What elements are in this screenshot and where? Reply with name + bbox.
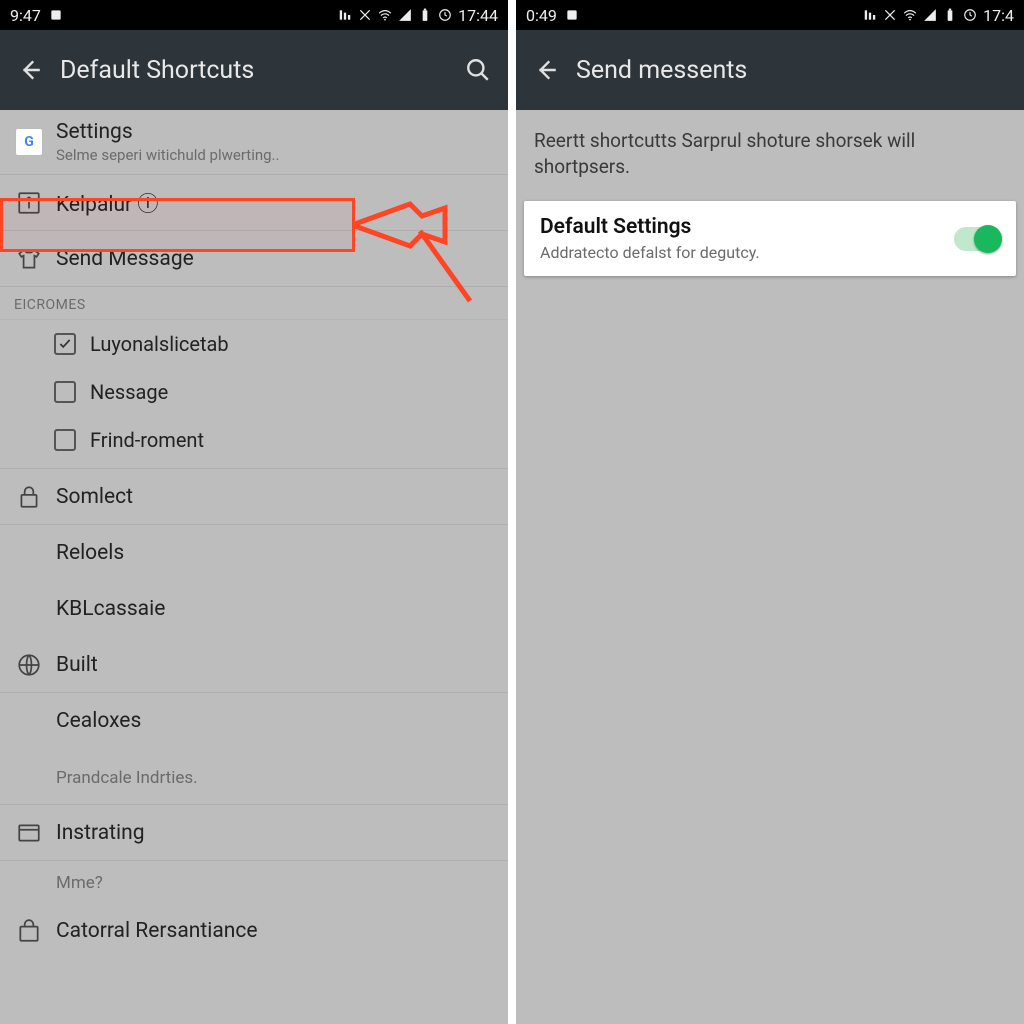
reloels-row[interactable]: Reloels	[0, 525, 508, 581]
kelpalur-label: Kelpalur ⓘ	[56, 188, 494, 218]
status-time-right: 17:44	[458, 6, 498, 25]
bag-icon	[14, 916, 44, 946]
built-label: Built	[56, 653, 494, 677]
check-row-1[interactable]: Luyonalslicetab	[0, 320, 508, 368]
kelpalur-row[interactable]: Kelpalur ⓘ	[0, 175, 508, 231]
prandcale-label: Prandcale Indrties.	[56, 768, 494, 788]
status-time-left: 9:47	[10, 6, 41, 25]
checkbox-icon[interactable]	[54, 333, 76, 355]
back-button[interactable]	[12, 52, 48, 88]
wifi-icon	[903, 8, 917, 22]
check-label-1: Luyonalslicetab	[90, 332, 229, 356]
notification-icon	[49, 8, 63, 22]
section-header: EICROMES	[0, 287, 508, 320]
app-bar: Default Shortcuts	[0, 30, 508, 110]
card-sub: Addratecto defalst for degutcy.	[540, 243, 954, 262]
battery-icon	[943, 8, 957, 22]
instrating-label: Instrating	[56, 821, 494, 845]
battery-icon	[418, 8, 432, 22]
shirt-icon	[14, 244, 44, 274]
check-row-3[interactable]: Frind-roment	[0, 416, 508, 469]
appbar-title: Default Shortcuts	[60, 56, 460, 85]
mme-row[interactable]: Mme?	[0, 861, 508, 903]
status-bar: 9:47 17:44	[0, 0, 508, 30]
somlect-label: Somlect	[56, 485, 494, 509]
toggle-knob	[974, 225, 1002, 253]
send-message-label: Send Message	[56, 247, 494, 271]
check-label-2: Nessage	[90, 380, 168, 404]
settings-label: Settings	[56, 120, 494, 144]
nfc-icon	[358, 8, 372, 22]
wifi-icon	[378, 8, 392, 22]
appbar-title: Send messents	[576, 56, 1012, 85]
nfc-icon	[883, 8, 897, 22]
check-row-2[interactable]: Nessage	[0, 368, 508, 416]
description-text: Reertt shortcutts Sarprul shoture shorse…	[516, 110, 1024, 201]
card-title: Default Settings	[540, 215, 954, 239]
left-phone: 9:47 17:44 Default Shortcuts G Settings …	[0, 0, 508, 1024]
left-content: G Settings Selme seperi witichuld plwert…	[0, 110, 508, 1024]
catorral-label: Catorral Rersantiance	[56, 919, 494, 943]
kbl-label: KBLcassaie	[56, 597, 494, 621]
globe-icon	[14, 650, 44, 680]
right-content: Reertt shortcutts Sarprul shoture shorse…	[516, 110, 1024, 1024]
google-icon: G	[14, 127, 44, 157]
instrating-row[interactable]: Instrating	[0, 805, 508, 861]
data-icon	[863, 8, 877, 22]
data-icon	[338, 8, 352, 22]
default-settings-card[interactable]: Default Settings Addratecto defalst for …	[524, 201, 1016, 276]
status-time-right: 17:4	[983, 6, 1014, 25]
right-phone: 0:49 17:4 Send messents Reertt shortcutt…	[508, 0, 1024, 1024]
info-square-icon	[14, 188, 44, 218]
back-button[interactable]	[528, 52, 564, 88]
catorral-row[interactable]: Catorral Rersantiance	[0, 903, 508, 959]
built-row[interactable]: Built	[0, 637, 508, 693]
kbl-row[interactable]: KBLcassaie	[0, 581, 508, 637]
checkbox-icon[interactable]	[54, 381, 76, 403]
cealoxes-label: Cealoxes	[56, 709, 494, 733]
window-icon	[14, 818, 44, 848]
settings-row[interactable]: G Settings Selme seperi witichuld plwert…	[0, 110, 508, 175]
toggle-switch[interactable]	[954, 227, 1000, 251]
clock-icon	[438, 8, 452, 22]
signal-icon	[923, 8, 937, 22]
app-bar: Send messents	[516, 30, 1024, 110]
search-button[interactable]	[460, 52, 496, 88]
status-time-left: 0:49	[526, 6, 557, 25]
status-bar: 0:49 17:4	[516, 0, 1024, 30]
check-label-3: Frind-roment	[90, 428, 204, 452]
prandcale-row: Prandcale Indrties.	[0, 749, 508, 805]
notification-icon	[565, 8, 579, 22]
mme-label: Mme?	[56, 873, 494, 893]
cealoxes-row[interactable]: Cealoxes	[0, 693, 508, 749]
reloels-label: Reloels	[56, 541, 494, 565]
somlect-row[interactable]: Somlect	[0, 469, 508, 525]
signal-icon	[398, 8, 412, 22]
checkbox-icon[interactable]	[54, 429, 76, 451]
send-message-row[interactable]: Send Message	[0, 231, 508, 287]
clock-icon	[963, 8, 977, 22]
lock-icon	[14, 482, 44, 512]
settings-sub: Selme seperi witichuld plwerting..	[56, 146, 494, 164]
